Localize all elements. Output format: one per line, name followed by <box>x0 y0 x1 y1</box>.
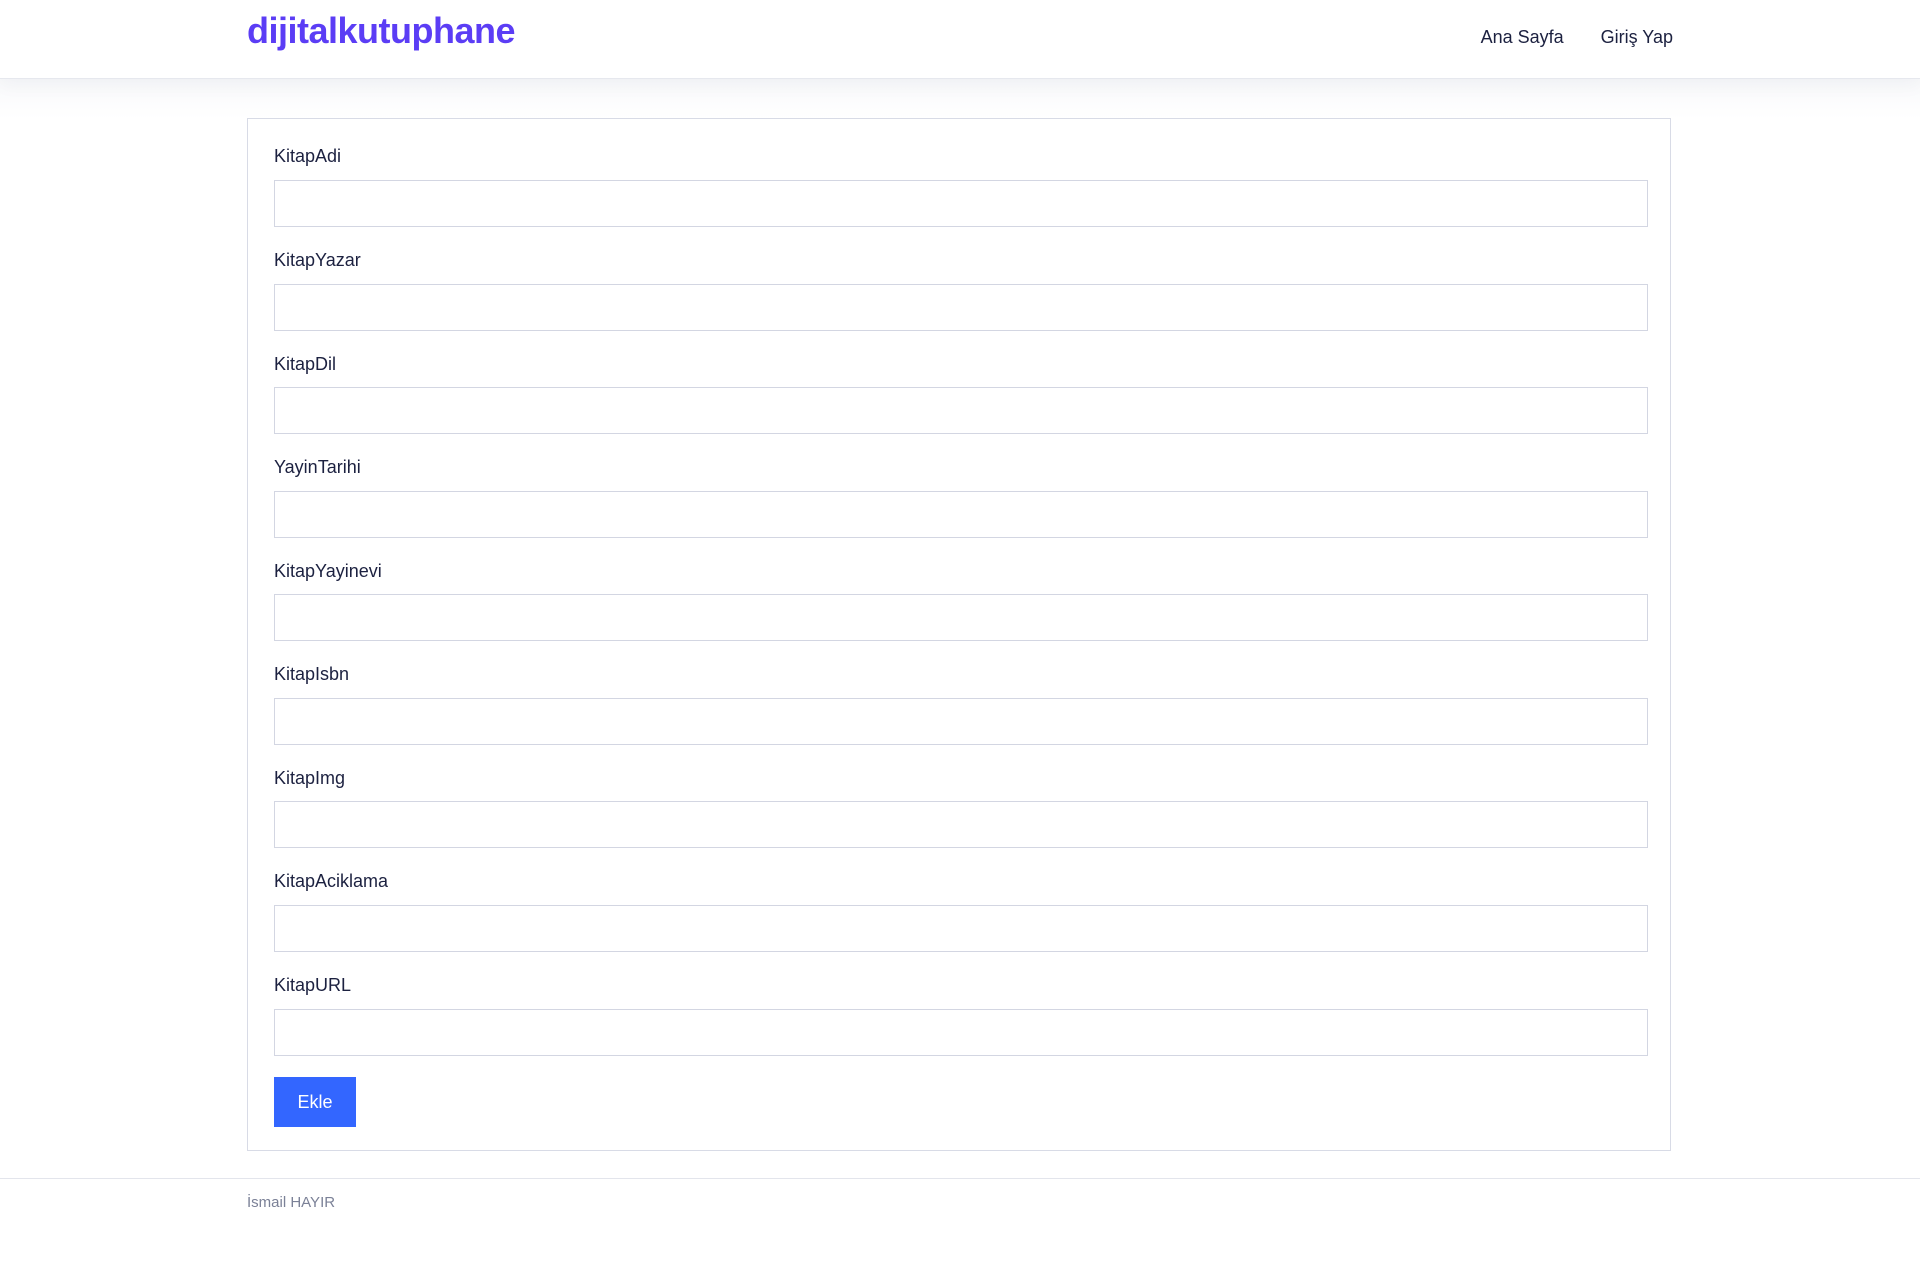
kitapisbn-input[interactable] <box>274 698 1648 745</box>
field-label-yayintarihi: YayinTarihi <box>274 457 361 477</box>
kitapdil-input[interactable] <box>274 387 1648 434</box>
field-label-kitapisbn: KitapIsbn <box>274 664 350 684</box>
nav-link-login[interactable]: Giriş Yap <box>1601 27 1673 48</box>
kitapurl-input[interactable] <box>274 1009 1648 1056</box>
field-label-kitapimg: KitapImg <box>274 768 346 788</box>
add-button[interactable]: Ekle <box>274 1077 356 1127</box>
nav-link-home[interactable]: Ana Sayfa <box>1481 27 1564 48</box>
brand-logo-link[interactable]: dijitalkutuphane <box>247 10 516 52</box>
kitapimg-input[interactable] <box>274 801 1648 848</box>
field-label-kitapyayinevi: KitapYayinevi <box>274 561 382 581</box>
field-label-kitapaciklama: KitapAciklama <box>274 871 389 891</box>
footer-author: İsmail HAYIR <box>247 1194 336 1211</box>
field-label-kitapyazar: KitapYazar <box>274 250 361 270</box>
add-book-form: KitapAdi KitapYazar KitapDil YayinTarihi… <box>247 118 1671 1151</box>
nav-links: Ana Sayfa Giriş Yap <box>1481 27 1673 48</box>
kitapaciklama-input[interactable] <box>274 905 1648 952</box>
kitapyayinevi-input[interactable] <box>274 594 1648 641</box>
footer: İsmail HAYIR <box>0 1178 1920 1266</box>
yayintarihi-input[interactable] <box>274 491 1648 538</box>
kitapyazar-input[interactable] <box>274 284 1648 331</box>
kitapadi-input[interactable] <box>274 180 1648 227</box>
field-label-kitapadi: KitapAdi <box>274 146 342 166</box>
top-navbar: dijitalkutuphane Ana Sayfa Giriş Yap <box>0 0 1920 79</box>
header-shadow <box>0 79 1920 119</box>
field-label-kitapurl: KitapURL <box>274 975 352 995</box>
field-label-kitapdil: KitapDil <box>274 354 337 374</box>
